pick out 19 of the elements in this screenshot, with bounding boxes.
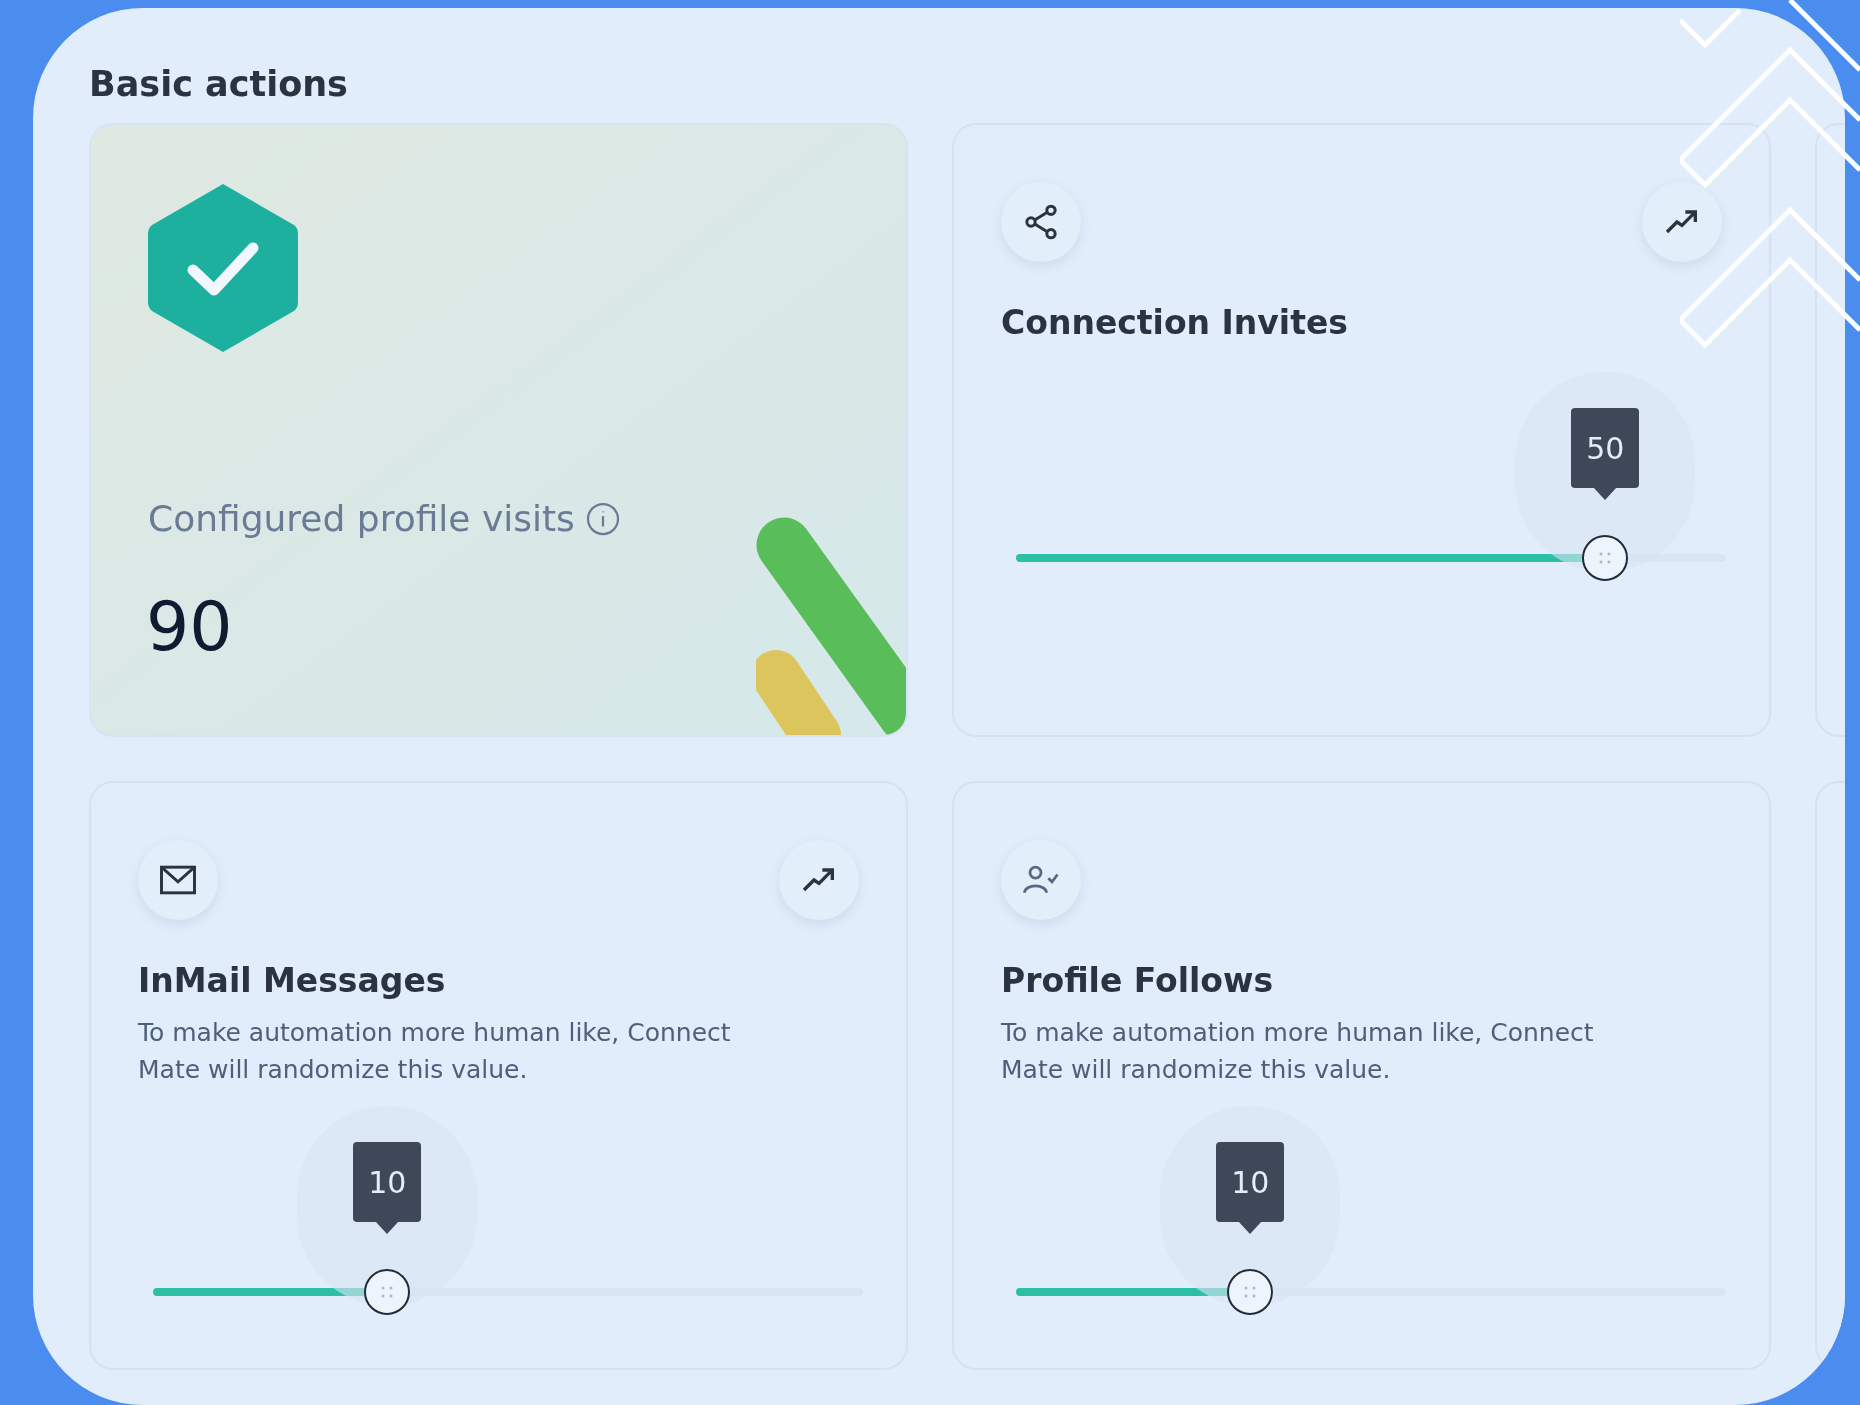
value-tooltip: 10 [353, 1142, 422, 1222]
info-icon[interactable] [584, 501, 621, 537]
hexagon-check-icon [148, 182, 298, 354]
slider-thumb[interactable] [1582, 535, 1629, 581]
value-tooltip: 10 [1216, 1142, 1285, 1222]
stat-value: 90 [146, 587, 233, 667]
slider-thumb[interactable] [364, 1269, 411, 1315]
section-title: Basic actions [89, 63, 348, 105]
stat-label: Configured profile visits [148, 497, 575, 541]
card-title: InMail Messages [138, 960, 446, 1002]
slider-thumb[interactable] [1227, 1269, 1274, 1315]
card-description: To make automation more human like, Connect Mate will randomize this value. [138, 1017, 732, 1086]
card-title: Profile Follows [1001, 960, 1274, 1002]
card-title: Connection Invites [1001, 302, 1348, 344]
tooltip-pointer-icon [1593, 487, 1618, 500]
card-description: To make automation more human like, Connect Mate will randomize this value. [1001, 1017, 1595, 1086]
tooltip-pointer-icon [1238, 1221, 1263, 1234]
value-tooltip: 50 [1571, 408, 1640, 488]
tooltip-pointer-icon [375, 1221, 400, 1234]
